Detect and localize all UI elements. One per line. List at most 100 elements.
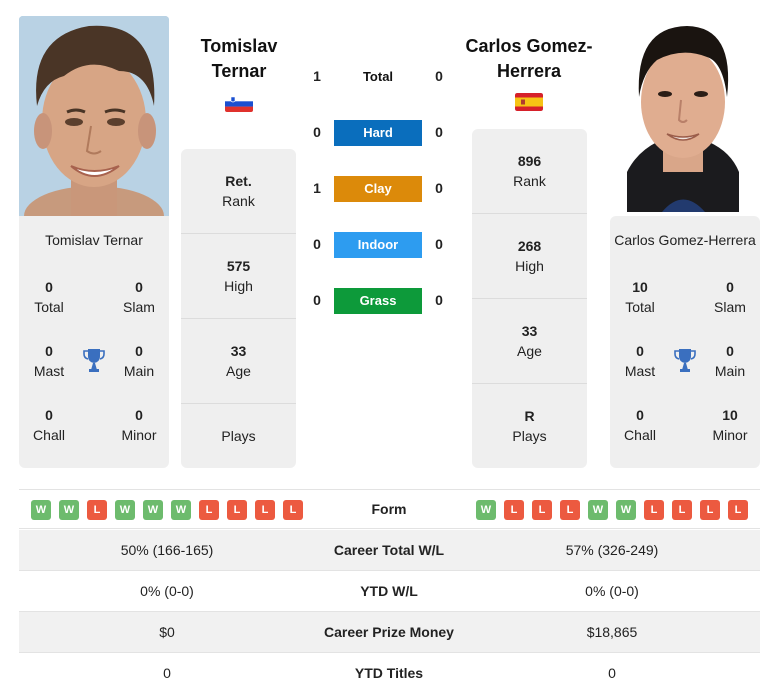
surface-badge-indoor[interactable]: Indoor (334, 232, 422, 258)
h2h-grass-p1: 0 (313, 292, 321, 308)
player1-form-badges: WWLWWWLLLL (31, 500, 303, 520)
value: 575 (226, 258, 251, 274)
value: Ret. (225, 173, 252, 189)
player1-age: 33 Age (181, 319, 296, 404)
label: Mast (33, 363, 65, 379)
label: High (515, 258, 544, 274)
value: 0 (726, 279, 734, 295)
player2-photo[interactable] (627, 22, 739, 212)
label: High (224, 278, 253, 294)
player1-full-name[interactable]: Tomislav Ternar (19, 232, 169, 248)
player1-plays: Plays (181, 404, 296, 468)
label: Mast (624, 363, 656, 379)
surface-badge-hard[interactable]: Hard (334, 120, 422, 146)
player2-titles-card: Carlos Gomez-Herrera 10 Total 0 Slam 0 M… (610, 216, 760, 468)
player1-titles-main: 0 Main (109, 341, 169, 381)
player2-form-badge-loss[interactable]: L (728, 500, 748, 520)
value: 0 (45, 279, 53, 295)
player1-titles-slam: 0 Slam (109, 277, 169, 317)
h2h-clay-p2: 0 (435, 180, 443, 196)
player2-age: 33 Age (472, 299, 587, 384)
value: 0 (135, 279, 143, 295)
player1-name-line1: Tomislav (200, 36, 278, 56)
player1-form-badge-win[interactable]: W (59, 500, 79, 520)
surface-badge-clay[interactable]: Clay (334, 176, 422, 202)
form-label: Form (371, 501, 407, 517)
player2-form-badge-loss[interactable]: L (672, 500, 692, 520)
value: 0 (636, 407, 644, 423)
value: 33 (521, 323, 538, 339)
player1-form-badge-loss[interactable]: L (87, 500, 107, 520)
label: Minor (121, 427, 157, 443)
player1-form-badge-loss[interactable]: L (255, 500, 275, 520)
player2-form-badge-loss[interactable]: L (560, 500, 580, 520)
player2-form-badge-loss[interactable]: L (700, 500, 720, 520)
label: Slam (123, 299, 155, 315)
player1-photo[interactable] (19, 16, 169, 216)
player2-portrait-image (627, 22, 739, 212)
player2-plays: R Plays (472, 384, 587, 468)
player2-rank: 896 Rank (472, 129, 587, 214)
player1-rank: Ret. Rank (181, 149, 296, 234)
player1-form-badge-win[interactable]: W (31, 500, 51, 520)
h2h-total-row: 1 Total 0 (305, 64, 445, 90)
player1-name-heading[interactable]: Tomislav Ternar (180, 34, 298, 84)
player1-form-badge-loss[interactable]: L (283, 500, 303, 520)
label: Rank (222, 193, 255, 209)
h2h-hard-p2: 0 (435, 124, 443, 140)
p2-value: 57% (326-249) (565, 542, 659, 558)
comparison-row-career-total-wl: 50% (166-165) Career Total W/L 57% (326-… (19, 530, 760, 571)
p1-value: $0 (159, 624, 175, 640)
slovenia-flag-icon (225, 96, 253, 112)
player2-form-badge-loss[interactable]: L (644, 500, 664, 520)
comparison-row-ytd-titles: 0 YTD Titles 0 (19, 653, 760, 694)
label: Age (517, 343, 542, 359)
row-label: Career Total W/L (333, 542, 445, 558)
h2h-surface-row: 0 Grass 0 (305, 288, 445, 314)
player1-form-badge-loss[interactable]: L (199, 500, 219, 520)
label: Chall (33, 427, 65, 443)
player1-form-badge-win[interactable]: W (143, 500, 163, 520)
player2-titles-slam: 0 Slam (700, 277, 760, 317)
label: Total (625, 299, 655, 315)
value: 268 (517, 238, 542, 254)
player2-form-badge-loss[interactable]: L (504, 500, 524, 520)
player1-name-line2: Ternar (211, 61, 267, 81)
comparison-row-career-prize-money: $0 Career Prize Money $18,865 (19, 612, 760, 653)
player2-titles-minor: 10 Minor (700, 405, 760, 445)
label: Total (34, 299, 64, 315)
h2h-surface-row: 1 Clay 0 (305, 176, 445, 202)
comparison-row-ytd-wl: 0% (0-0) YTD W/L 0% (0-0) (19, 571, 760, 612)
h2h-indoor-p1: 0 (313, 236, 321, 252)
player1-form-badge-loss[interactable]: L (227, 500, 247, 520)
h2h-total-p1: 1 (313, 68, 321, 84)
player2-high: 268 High (472, 214, 587, 299)
player2-full-name[interactable]: Carlos Gomez-Herrera (610, 232, 760, 248)
player2-form-badge-loss[interactable]: L (532, 500, 552, 520)
player2-form-badge-win[interactable]: W (616, 500, 636, 520)
label: Age (226, 363, 251, 379)
surface-badge-grass[interactable]: Grass (334, 288, 422, 314)
player2-form-badge-win[interactable]: W (476, 500, 496, 520)
player1-form-badge-win[interactable]: W (115, 500, 135, 520)
value: R (524, 408, 535, 424)
p1-value: 0% (0-0) (140, 583, 194, 599)
value: 33 (230, 343, 247, 359)
player2-form-badge-win[interactable]: W (588, 500, 608, 520)
player2-name-line2: Herrera (496, 61, 562, 81)
player1-stats-card: Ret. Rank 575 High 33 Age Plays (181, 149, 296, 468)
h2h-surface-row: 0 Hard 0 (305, 120, 445, 146)
label: Plays (221, 428, 256, 444)
label: Minor (712, 427, 748, 443)
trophy-icon (673, 347, 697, 373)
player1-form-badge-win[interactable]: W (171, 500, 191, 520)
player1-portrait-image (19, 16, 169, 216)
value: 0 (135, 407, 143, 423)
row-label: YTD Titles (354, 665, 424, 681)
player2-titles-mast: 0 Mast (610, 341, 670, 381)
label: Slam (714, 299, 746, 315)
player2-titles-total: 10 Total (610, 277, 670, 317)
player1-high: 575 High (181, 234, 296, 319)
player2-form-badges: WLLLWWLLLL (476, 500, 748, 520)
player2-name-heading[interactable]: Carlos Gomez- Herrera (455, 34, 603, 84)
